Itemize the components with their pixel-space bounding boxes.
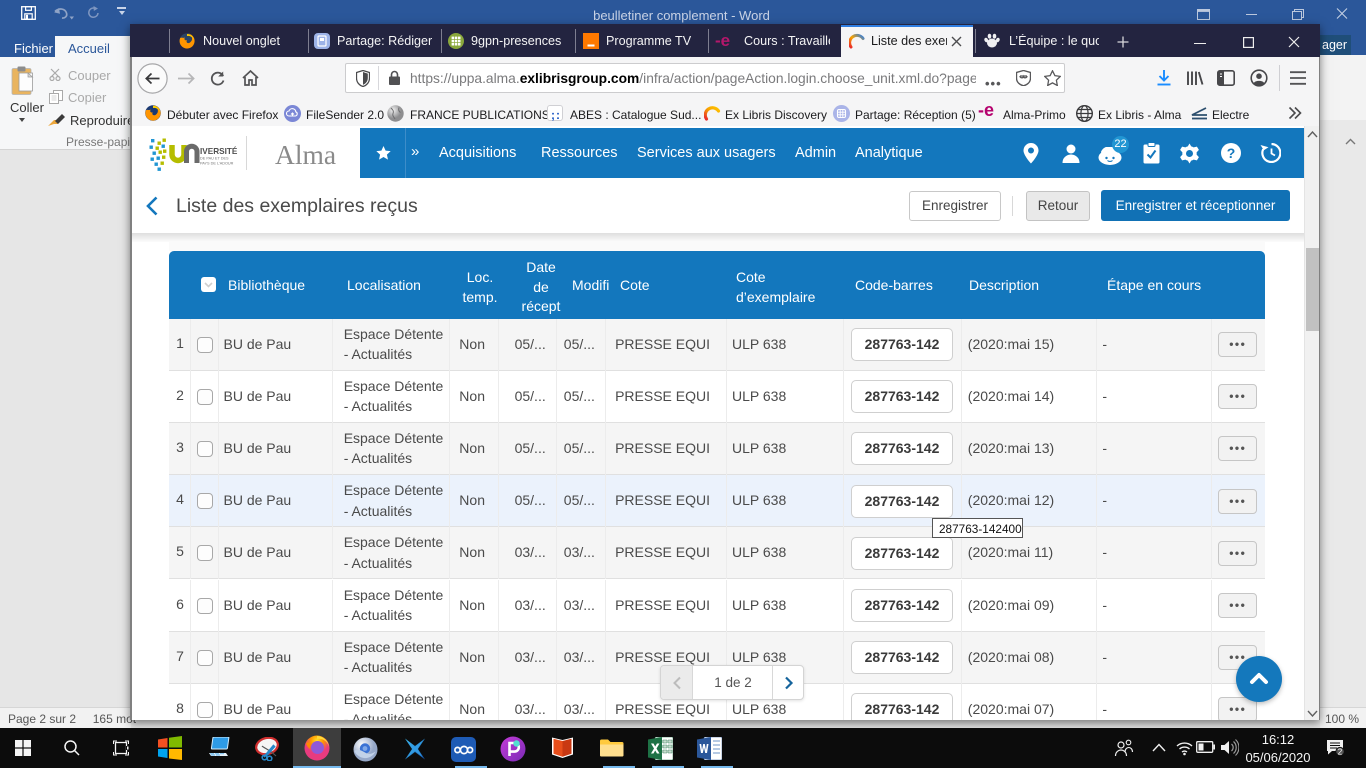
svg-text:DE PAU ET DES: DE PAU ET DES bbox=[200, 157, 229, 161]
svg-text:?: ? bbox=[1227, 145, 1236, 161]
svg-text:2: 2 bbox=[1338, 747, 1343, 756]
svg-text:IVERSITÉ: IVERSITÉ bbox=[200, 146, 238, 156]
svg-text:PAYS DE L’ADOUR: PAYS DE L’ADOUR bbox=[200, 162, 234, 166]
